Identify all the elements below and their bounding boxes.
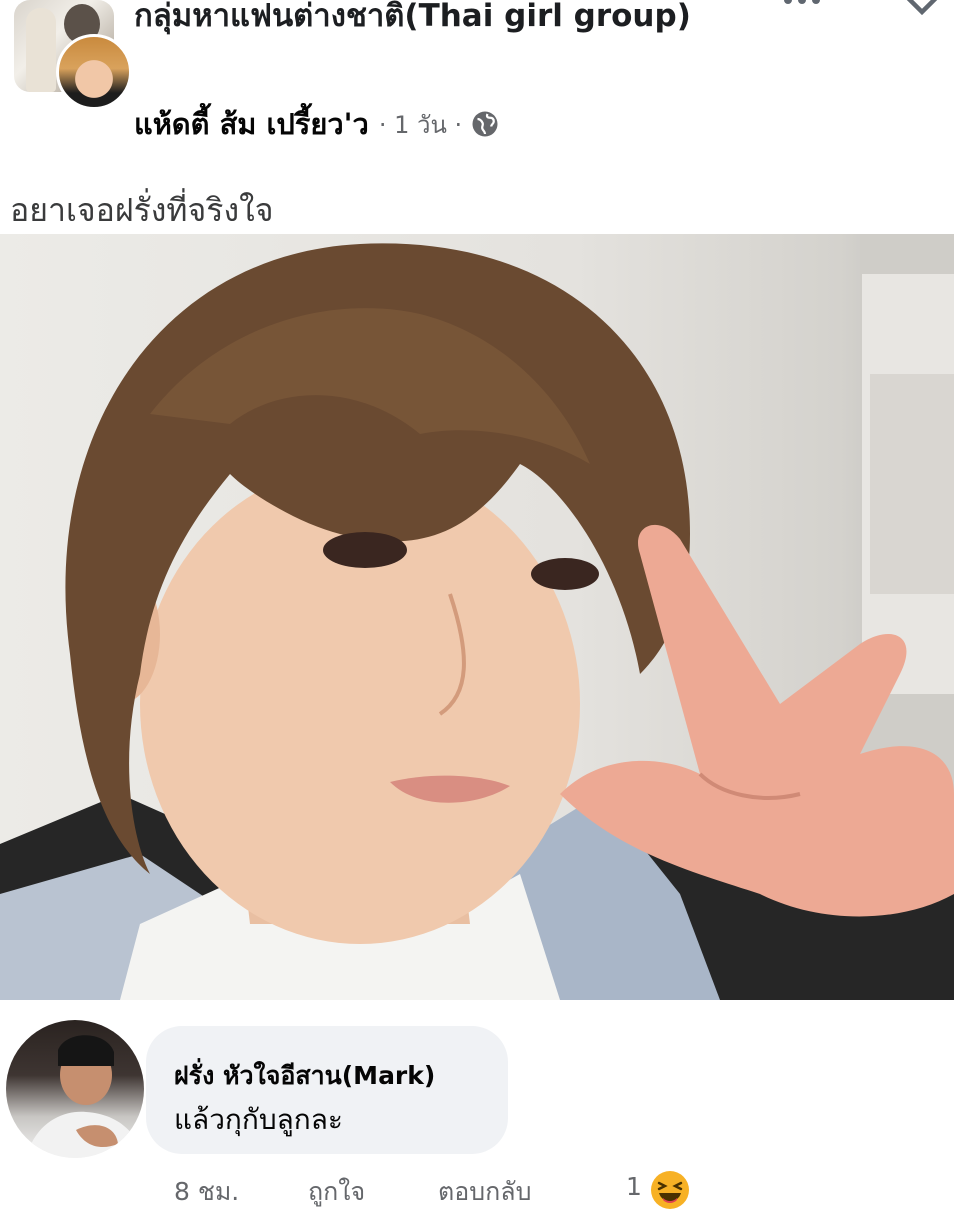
author-line: แห้ดตี้ ส้ม เปรี้ยว'ว · 1 วัน · — [134, 103, 500, 145]
laughing-emoji-icon[interactable] — [650, 1170, 690, 1210]
comment-bubble: ฝรั่ง หัวใจอีสาน(Mark) แล้วกุกับลูกละ — [146, 1026, 508, 1154]
post-text: อยาเจอฝรั่งที่จริงใจ — [10, 191, 274, 229]
author-avatar[interactable] — [56, 34, 132, 110]
like-button[interactable]: ถูกใจ — [308, 1172, 365, 1212]
group-avatar-figure — [26, 8, 56, 92]
post-photo-illustration — [0, 234, 954, 1000]
author-name-link[interactable]: แห้ดตี้ ส้ม เปรี้ยว'ว — [134, 101, 369, 147]
commenter-avatar[interactable] — [6, 1020, 144, 1158]
more-options-icon[interactable] — [778, 0, 826, 16]
post-header: กลุ่มหาแฟนต่างชาติ(Thai girl group) แห้ด… — [0, 0, 954, 170]
comment-actions: 8 ชม. ถูกใจ ตอบกลับ 1 — [174, 1172, 934, 1212]
comment-timestamp[interactable]: 8 ชม. — [174, 1172, 239, 1212]
commenter-name-link[interactable]: ฝรั่ง หัวใจอีสาน(Mark) — [174, 1056, 435, 1096]
post-photo[interactable] — [0, 234, 954, 1000]
commenter-avatar-illustration — [26, 1035, 144, 1158]
globe-icon — [472, 111, 498, 137]
reaction-count[interactable]: 1 — [626, 1172, 642, 1201]
close-icon[interactable] — [900, 0, 944, 24]
reply-button[interactable]: ตอบกลับ — [438, 1172, 531, 1212]
comment-text: แล้วกุกับลูกละ — [174, 1103, 343, 1136]
post-timestamp[interactable]: · 1 วัน · — [379, 105, 462, 144]
group-name-link[interactable]: กลุ่มหาแฟนต่างชาติ(Thai girl group) — [134, 0, 774, 38]
